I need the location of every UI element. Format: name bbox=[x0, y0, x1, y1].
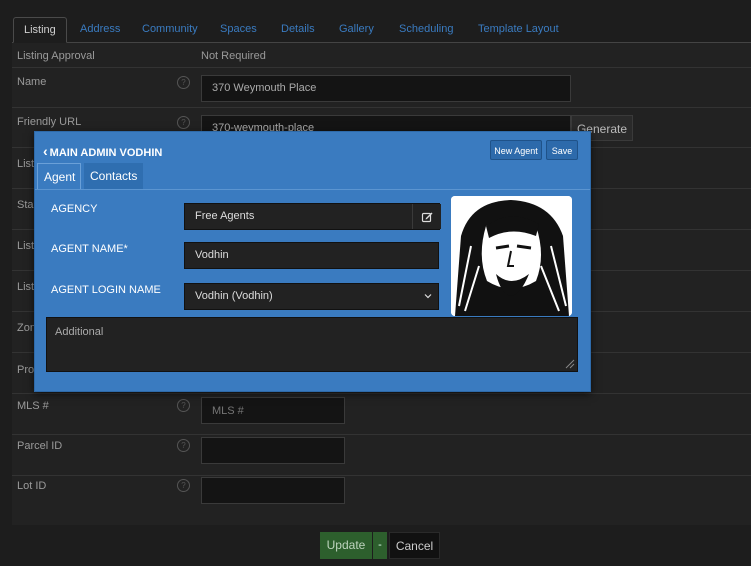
row-parcel-id: Parcel ID ? bbox=[12, 435, 751, 476]
tab-listing[interactable]: Listing bbox=[13, 17, 67, 43]
edit-icon[interactable] bbox=[412, 204, 441, 229]
modal-tabs: Agent Contacts bbox=[35, 163, 590, 190]
lot-id-input[interactable] bbox=[201, 477, 345, 504]
help-circle-icon[interactable]: ? bbox=[177, 76, 190, 89]
hidden-label: Pro bbox=[17, 364, 35, 376]
agent-name-label: AGENT NAME* bbox=[51, 243, 128, 255]
hidden-label: List bbox=[17, 240, 35, 252]
cancel-button[interactable]: Cancel bbox=[389, 532, 440, 559]
friendly-url-label: Friendly URL bbox=[17, 116, 82, 128]
listing-approval-label: Listing Approval bbox=[17, 50, 95, 62]
help-circle-icon[interactable]: ? bbox=[177, 479, 190, 492]
tab-community[interactable]: Community bbox=[132, 17, 208, 41]
additional-placeholder: Additional bbox=[55, 326, 104, 338]
agent-login-label: AGENT LOGIN NAME bbox=[51, 284, 161, 296]
tab-scheduling[interactable]: Scheduling bbox=[389, 17, 463, 41]
update-dropdown-button[interactable]: - bbox=[373, 532, 387, 559]
tab-details[interactable]: Details bbox=[271, 17, 325, 41]
resize-grip-icon[interactable] bbox=[565, 359, 575, 369]
tab-spaces[interactable]: Spaces bbox=[210, 17, 267, 41]
parcel-id-input[interactable] bbox=[201, 437, 345, 464]
row-listing-approval: Listing Approval Not Required bbox=[12, 43, 751, 68]
agent-login-select[interactable]: Vodhin (Vodhin) bbox=[184, 283, 439, 310]
help-circle-icon[interactable]: ? bbox=[177, 116, 190, 129]
chevron-down-icon bbox=[424, 284, 432, 309]
hidden-label: List bbox=[17, 281, 35, 293]
tab-agent[interactable]: Agent bbox=[37, 163, 81, 189]
row-name: Name ? 370 Weymouth Place bbox=[12, 68, 751, 108]
agent-modal: ‹ MAIN ADMIN VODHIN New Agent Save Agent … bbox=[34, 131, 591, 392]
parcel-id-label: Parcel ID bbox=[17, 440, 63, 452]
agent-avatar bbox=[451, 196, 572, 316]
tab-gallery[interactable]: Gallery bbox=[329, 17, 384, 41]
agent-name-input[interactable]: Vodhin bbox=[184, 242, 439, 269]
new-agent-button[interactable]: New Agent bbox=[490, 140, 542, 160]
help-circle-icon[interactable]: ? bbox=[177, 399, 190, 412]
additional-textarea[interactable]: Additional bbox=[46, 317, 578, 372]
modal-title-text: MAIN ADMIN VODHIN bbox=[49, 147, 163, 159]
mls-input[interactable] bbox=[201, 397, 345, 424]
listing-tabs: Listing Address Community Spaces Details… bbox=[12, 17, 751, 43]
row-mls: MLS # ? bbox=[12, 394, 751, 435]
modal-title[interactable]: ‹ MAIN ADMIN VODHIN bbox=[43, 143, 162, 159]
agency-label: AGENCY bbox=[51, 203, 98, 215]
save-button[interactable]: Save bbox=[546, 140, 578, 160]
row-lot-id: Lot ID ? bbox=[12, 476, 751, 516]
help-circle-icon[interactable]: ? bbox=[177, 439, 190, 452]
update-button[interactable]: Update bbox=[320, 532, 372, 559]
mls-label: MLS # bbox=[17, 400, 49, 412]
tab-contacts[interactable]: Contacts bbox=[84, 163, 143, 189]
name-input[interactable]: 370 Weymouth Place bbox=[201, 75, 571, 102]
tab-template-layout[interactable]: Template Layout bbox=[468, 17, 569, 41]
agent-login-value: Vodhin (Vodhin) bbox=[195, 290, 273, 302]
chevron-left-icon[interactable]: ‹ bbox=[43, 143, 48, 159]
agency-input[interactable]: Free Agents bbox=[184, 203, 440, 230]
listing-approval-value: Not Required bbox=[201, 50, 266, 62]
lot-id-label: Lot ID bbox=[17, 480, 47, 492]
tab-address[interactable]: Address bbox=[70, 17, 130, 41]
hidden-label: List bbox=[17, 158, 35, 170]
hidden-label: Sta bbox=[17, 199, 34, 211]
name-label: Name bbox=[17, 76, 47, 88]
